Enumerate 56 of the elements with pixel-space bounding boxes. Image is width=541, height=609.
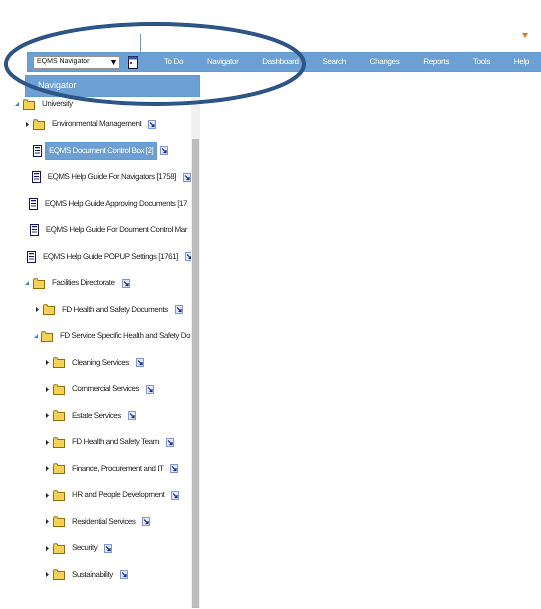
collapsed-arrow-icon[interactable] — [46, 492, 48, 498]
collapsed-arrow-icon[interactable] — [46, 440, 48, 445]
expanded-arrow-icon[interactable] — [15, 102, 19, 106]
folder-icon — [53, 463, 65, 474]
tree-item[interactable]: FD Service Specific Health and Safety Do — [56, 327, 191, 346]
tree-item[interactable]: Commercial Services — [68, 380, 144, 398]
collapsed-arrow-icon[interactable] — [46, 360, 48, 366]
collapsed-arrow-icon[interactable] — [36, 307, 38, 312]
folder-icon — [33, 118, 45, 130]
tree-item[interactable]: Facilities Directorate — [48, 274, 119, 292]
folder-icon — [41, 330, 53, 342]
tree-item[interactable]: Environmental Management — [48, 115, 146, 134]
tree-item[interactable]: Residential Services — [68, 512, 140, 531]
tree-item[interactable]: Estate Services — [68, 406, 125, 425]
collapsed-arrow-icon[interactable] — [46, 413, 48, 418]
panel-title-text: Navigator — [37, 79, 77, 92]
tree-item[interactable]: EQMS Help Guide POPUP Settings [1761] — [39, 248, 182, 266]
folder-icon — [53, 490, 65, 501]
collapsed-arrow-icon[interactable] — [46, 546, 48, 551]
dropdown-marker-icon[interactable] — [522, 33, 528, 38]
tree-item[interactable]: Sustainability — [68, 566, 117, 584]
document-icon — [28, 198, 38, 210]
folder-icon — [53, 384, 65, 395]
document-icon — [33, 144, 42, 157]
folder-icon — [23, 98, 35, 110]
document-icon — [30, 224, 39, 236]
collapsed-arrow-icon[interactable] — [46, 519, 48, 524]
tree-item[interactable]: HR and People Development — [68, 486, 168, 504]
folder-icon — [53, 436, 65, 448]
collapsed-arrow-icon[interactable] — [46, 572, 48, 578]
tree-item[interactable]: FD Health and Safety Documents — [58, 300, 172, 319]
scrollbar[interactable] — [191, 97, 200, 608]
folder-icon — [33, 278, 45, 289]
document-icon — [32, 171, 41, 184]
tree-item[interactable]: EQMS Help Guide Approving Documents [17 — [40, 194, 191, 213]
calendar-icon[interactable] — [128, 56, 138, 68]
tree-item[interactable]: University — [38, 97, 77, 113]
tree-item[interactable]: EQMS Help Guide For Doument Control Mar — [42, 221, 191, 240]
folder-icon — [53, 542, 65, 554]
document-icon — [27, 250, 36, 263]
folder-icon — [53, 357, 65, 368]
tree-item[interactable]: Cleaning Services — [68, 354, 133, 372]
caret-icon — [111, 60, 116, 64]
expanded-arrow-icon[interactable] — [34, 334, 38, 338]
tree-item[interactable]: Finance, Procurement and IT — [68, 460, 168, 478]
expanded-arrow-icon[interactable] — [25, 281, 29, 286]
tree-item[interactable]: Security — [68, 539, 102, 558]
folder-icon — [43, 304, 55, 316]
folder-icon — [53, 410, 65, 422]
tree-item[interactable]: FD Health and Safety Team — [68, 433, 163, 452]
collapsed-arrow-icon[interactable] — [46, 466, 48, 472]
collapsed-arrow-icon[interactable] — [46, 386, 48, 392]
collapsed-arrow-icon[interactable] — [26, 122, 28, 127]
folder-icon — [53, 569, 65, 580]
folder-icon — [53, 516, 65, 528]
tree-item[interactable]: EQMS Help Guide For Navigators [1758] — [44, 168, 180, 186]
